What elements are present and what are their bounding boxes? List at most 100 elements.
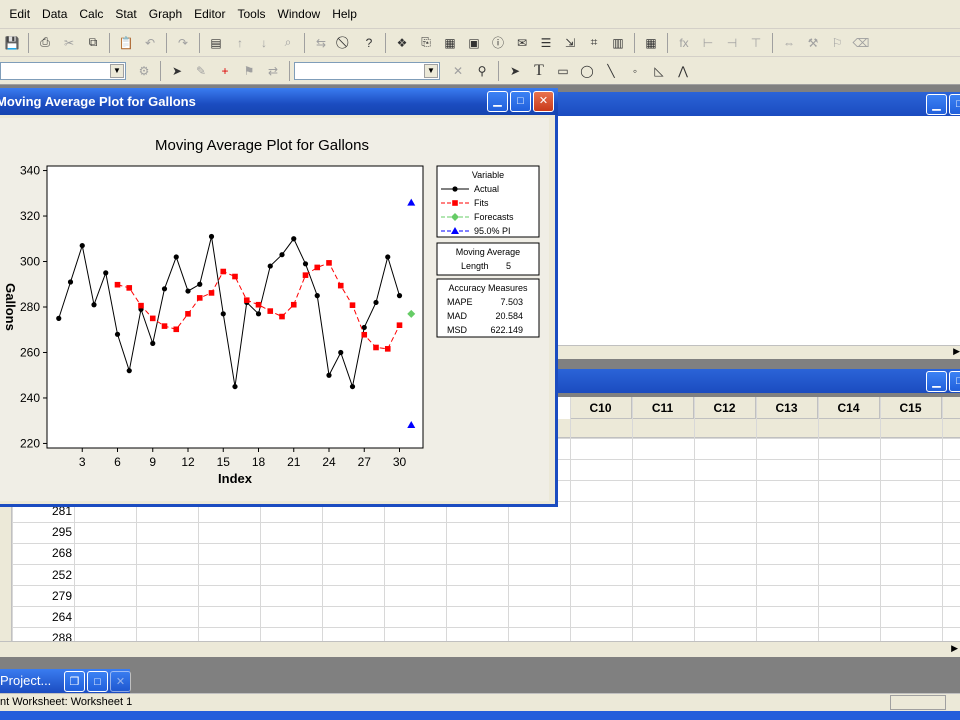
close-icon[interactable]: ✕ bbox=[533, 91, 554, 112]
related-documents-icon[interactable]: ⇲ bbox=[560, 33, 580, 53]
data-point-actual bbox=[173, 254, 179, 260]
cancel-icon[interactable]: ⃠ bbox=[335, 33, 355, 53]
session-scrollbar[interactable]: ▶ bbox=[556, 345, 960, 359]
polygon-tool-icon[interactable]: ◺ bbox=[649, 61, 669, 81]
scroll-right-icon[interactable]: ▶ bbox=[953, 346, 960, 357]
set-id-icon[interactable]: ⚐ bbox=[827, 33, 847, 53]
flag-icon[interactable]: ⚑ bbox=[239, 61, 259, 81]
graph-combo[interactable]: ▼ bbox=[294, 61, 440, 80]
copy-icon[interactable]: ⧉ bbox=[83, 33, 103, 53]
ellipse-tool-icon[interactable]: ◯ bbox=[577, 61, 597, 81]
paste-icon[interactable]: 📋 bbox=[116, 33, 136, 53]
report-pad-icon[interactable]: ☰ bbox=[536, 33, 556, 53]
fx-icon[interactable]: fx bbox=[674, 33, 694, 53]
swap-icon[interactable]: ⇄ bbox=[263, 61, 283, 81]
worksheets-icon[interactable]: ▦ bbox=[440, 33, 460, 53]
edit-last-dialog-icon[interactable]: ▤ bbox=[206, 33, 226, 53]
project-manager-minimized[interactable]: Project... ❐ □ ✕ bbox=[0, 669, 131, 693]
insert-cells-icon[interactable]: ⊢ bbox=[698, 33, 718, 53]
polyline-tool-icon[interactable]: ⋀ bbox=[673, 61, 693, 81]
menu-tools[interactable]: Tools bbox=[231, 0, 271, 29]
maximize-icon[interactable]: □ bbox=[87, 671, 108, 692]
marker-tool-icon[interactable]: ◦ bbox=[625, 61, 645, 81]
data-point-actual bbox=[338, 349, 344, 356]
replace-icon[interactable]: ⇆ bbox=[311, 33, 331, 53]
save-icon[interactable]: 💾 bbox=[2, 33, 22, 53]
graph-window-titlebar[interactable]: Moving Average Plot for Gallons ▁ □ ✕ bbox=[0, 88, 558, 115]
graph-window[interactable]: Moving Average Plot for Gallons ▁ □ ✕ Mo… bbox=[0, 88, 558, 507]
move-columns-icon[interactable]: ⇔ bbox=[779, 33, 799, 53]
column-header-c11[interactable]: C11 bbox=[632, 397, 694, 419]
column-header-c14[interactable]: C14 bbox=[818, 397, 880, 419]
line-tool-icon[interactable]: ╲ bbox=[601, 61, 621, 81]
info-icon[interactable]: ⓘ bbox=[488, 33, 508, 53]
worksheet-window-titlebar[interactable]: ▁ □ bbox=[556, 369, 960, 393]
column-header-c12[interactable]: C12 bbox=[694, 397, 756, 419]
menu-graph[interactable]: Graph bbox=[143, 0, 188, 29]
minimize-icon[interactable]: ▁ bbox=[926, 93, 947, 115]
undo-icon[interactable]: ↶ bbox=[140, 33, 160, 53]
assistant-icon[interactable]: ❖ bbox=[392, 33, 412, 53]
y-tick-label: 300 bbox=[20, 255, 40, 269]
cell-value[interactable]: 295 bbox=[0, 525, 72, 539]
session-icon[interactable]: ⎘ bbox=[416, 33, 436, 53]
restore-icon[interactable]: ❐ bbox=[64, 671, 85, 692]
up-arrow-icon[interactable]: ↑ bbox=[230, 33, 250, 53]
menu-editor[interactable]: Editor bbox=[188, 0, 231, 29]
cut-icon[interactable]: ✂ bbox=[59, 33, 79, 53]
maximize-icon[interactable]: □ bbox=[949, 93, 960, 115]
select-arrow-icon[interactable]: ➤ bbox=[505, 61, 525, 81]
crosshair-icon[interactable]: + bbox=[215, 61, 235, 81]
brush-tool-icon[interactable]: ✎ bbox=[191, 61, 211, 81]
rectangle-tool-icon[interactable]: ▭ bbox=[553, 61, 573, 81]
worksheet-scrollbar[interactable]: ▶ bbox=[0, 641, 960, 657]
column-name-row[interactable] bbox=[508, 419, 960, 438]
worksheet-combo[interactable]: ▼ bbox=[0, 61, 126, 80]
column-header-c13[interactable]: C13 bbox=[756, 397, 818, 419]
zoom-icon[interactable]: ⚲ bbox=[472, 61, 492, 81]
chevron-down-icon[interactable]: ▼ bbox=[110, 63, 124, 78]
cell-value[interactable]: 264 bbox=[0, 610, 72, 624]
show-graphs-icon[interactable]: ▣ bbox=[464, 33, 484, 53]
column-header-c15[interactable]: C15 bbox=[880, 397, 942, 419]
cell-value[interactable]: 268 bbox=[0, 546, 72, 560]
column-header-partial[interactable] bbox=[942, 397, 960, 419]
brush-icon[interactable]: ⚒ bbox=[803, 33, 823, 53]
redo-icon[interactable]: ↷ bbox=[173, 33, 193, 53]
eraser-icon[interactable]: ⌫ bbox=[851, 33, 871, 53]
minimize-icon[interactable]: ▁ bbox=[487, 91, 508, 112]
pointer-icon[interactable]: ➤ bbox=[167, 61, 187, 81]
column-header-c10[interactable]: C10 bbox=[570, 397, 632, 419]
status-text: nt Worksheet: Worksheet 1 bbox=[0, 696, 133, 708]
scroll-right-icon[interactable]: ▶ bbox=[951, 643, 958, 654]
find-icon[interactable]: ⌕ bbox=[278, 33, 298, 53]
history-icon[interactable]: ✉ bbox=[512, 33, 532, 53]
cell-value[interactable]: 288 bbox=[0, 631, 72, 641]
text-tool-icon[interactable]: T bbox=[529, 61, 549, 81]
help-icon[interactable]: ? bbox=[359, 33, 379, 53]
cell-value[interactable]: 252 bbox=[0, 568, 72, 582]
insert-rows-icon[interactable]: ⊣ bbox=[722, 33, 742, 53]
cell-value[interactable]: 279 bbox=[0, 589, 72, 603]
maximize-icon[interactable]: □ bbox=[949, 370, 960, 392]
graph-settings-icon[interactable]: ⚙ bbox=[134, 61, 154, 81]
delete-x-icon[interactable]: ✕ bbox=[448, 61, 468, 81]
menu-help[interactable]: Help bbox=[326, 0, 363, 29]
maximize-icon[interactable]: □ bbox=[510, 91, 531, 112]
menu-stat[interactable]: Stat bbox=[109, 0, 142, 29]
close-graphs-icon[interactable]: ▥ bbox=[608, 33, 628, 53]
menu-calc[interactable]: Calc bbox=[73, 0, 109, 29]
close-icon[interactable]: ✕ bbox=[110, 671, 131, 692]
session-window-titlebar[interactable]: ▁ □ bbox=[556, 92, 960, 116]
project-manager-icon[interactable]: ⌗ bbox=[584, 33, 604, 53]
session-window-content[interactable] bbox=[556, 116, 960, 345]
print-icon[interactable]: ⎙ bbox=[35, 33, 55, 53]
menu-window[interactable]: Window bbox=[272, 0, 327, 29]
down-arrow-icon[interactable]: ↓ bbox=[254, 33, 274, 53]
menu-edit[interactable]: Edit bbox=[3, 0, 36, 29]
manage-graphs-icon[interactable]: ▦ bbox=[641, 33, 661, 53]
menu-data[interactable]: Data bbox=[36, 0, 73, 29]
minimize-icon[interactable]: ▁ bbox=[926, 370, 947, 392]
insert-columns-icon[interactable]: ⊤ bbox=[746, 33, 766, 53]
chevron-down-icon[interactable]: ▼ bbox=[424, 63, 438, 78]
